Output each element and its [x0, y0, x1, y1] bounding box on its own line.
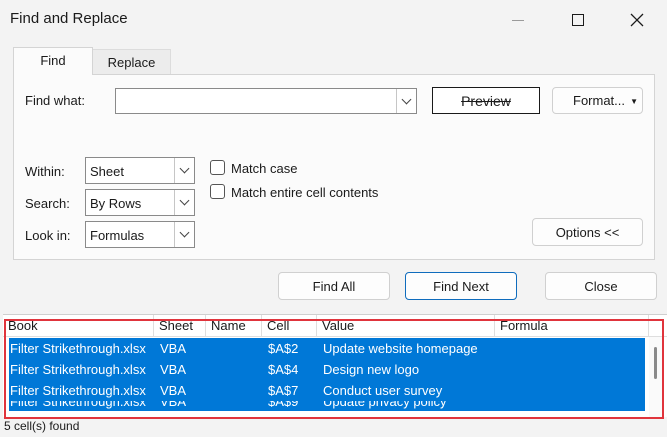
minimize-button — [502, 6, 534, 34]
close-window-button[interactable] — [621, 6, 653, 34]
close-button[interactable]: Close — [545, 272, 657, 300]
table-row[interactable]: Filter Strikethrough.xlsx VBA $A$7 Condu… — [9, 380, 645, 401]
column-header-name[interactable]: Name — [206, 315, 262, 337]
status-text: 5 cell(s) found — [4, 419, 80, 433]
format-button[interactable]: Format... ▼ — [552, 87, 643, 114]
close-icon — [630, 13, 644, 27]
within-value: Sheet — [90, 164, 124, 179]
column-header-sheet[interactable]: Sheet — [154, 315, 206, 337]
window-title: Find and Replace — [10, 10, 128, 27]
results-header: Book Sheet Name Cell Value Formula — [3, 315, 667, 337]
chevron-down-icon — [401, 94, 412, 104]
cell-sheet: VBA — [160, 401, 187, 409]
table-row[interactable]: Filter Strikethrough.xlsx VBA $A$2 Updat… — [9, 338, 645, 359]
options-label: Options << — [555, 224, 620, 240]
find-what-dropdown[interactable] — [396, 89, 416, 113]
cell-address: $A$7 — [268, 383, 299, 398]
preview-button[interactable]: Preview — [432, 87, 540, 114]
cell-book: Filter Strikethrough.xlsx — [10, 362, 146, 377]
match-entire-label: Match entire cell contents — [231, 185, 379, 200]
column-header-value[interactable]: Value — [317, 315, 495, 337]
look-in-select[interactable]: Formulas — [85, 221, 195, 248]
preview-label: Preview — [461, 92, 511, 109]
cell-address: $A$4 — [268, 362, 299, 377]
cell-value: Design new logo — [323, 362, 420, 377]
column-header-formula[interactable]: Formula — [495, 315, 649, 337]
within-select[interactable]: Sheet — [85, 157, 195, 184]
cell-value: Conduct user survey — [323, 383, 443, 398]
scrollbar-thumb[interactable] — [654, 347, 657, 379]
column-header-cell[interactable]: Cell — [262, 315, 317, 337]
match-entire-checkbox[interactable] — [210, 184, 225, 199]
cell-book: Filter Strikethrough.xlsx — [10, 341, 146, 356]
look-in-value: Formulas — [90, 228, 145, 243]
find-next-button[interactable]: Find Next — [405, 272, 517, 300]
chevron-down-icon — [179, 195, 190, 206]
cell-address: $A$9 — [268, 401, 299, 409]
cell-sheet: VBA — [160, 341, 187, 356]
search-value: By Rows — [90, 196, 142, 211]
look-in-dropdown[interactable] — [174, 222, 194, 247]
cell-value: Update privacy policy — [323, 401, 447, 409]
options-button[interactable]: Options << — [532, 218, 643, 246]
format-arrow-icon: ▼ — [630, 97, 638, 106]
cell-sheet: VBA — [160, 362, 187, 377]
find-all-button[interactable]: Find All — [278, 272, 390, 300]
within-dropdown[interactable] — [174, 158, 194, 183]
column-header-book[interactable]: Book — [3, 315, 154, 337]
cell-address: $A$2 — [268, 341, 299, 356]
chevron-down-icon — [179, 163, 190, 174]
chevron-down-icon — [179, 227, 190, 238]
tab-replace[interactable]: Replace — [93, 49, 171, 76]
format-label: Format... — [573, 93, 626, 108]
cell-sheet: VBA — [160, 383, 187, 398]
find-what-label: Find what: — [25, 93, 85, 108]
results-scrollbar[interactable] — [649, 337, 663, 417]
maximize-icon — [572, 14, 584, 26]
match-case-label: Match case — [231, 161, 298, 176]
table-row[interactable]: Filter Strikethrough.xlsx VBA $A$9 Updat… — [9, 401, 645, 411]
find-all-label: Find All — [312, 278, 356, 294]
cell-book: Filter Strikethrough.xlsx — [10, 383, 146, 398]
find-next-label: Find Next — [433, 278, 489, 294]
cell-value: Update website homepage — [323, 341, 478, 356]
search-label: Search: — [25, 196, 70, 211]
minimize-icon — [512, 19, 524, 21]
maximize-button[interactable] — [562, 6, 594, 34]
within-label: Within: — [25, 164, 65, 179]
table-row[interactable]: Filter Strikethrough.xlsx VBA $A$4 Desig… — [9, 359, 645, 380]
match-case-checkbox[interactable] — [210, 160, 225, 175]
find-panel: Find what: Preview Format... ▼ Within: S… — [13, 74, 655, 260]
cell-book: Filter Strikethrough.xlsx — [10, 401, 146, 409]
search-select[interactable]: By Rows — [85, 189, 195, 216]
tab-find[interactable]: Find — [13, 47, 93, 75]
results-list[interactable]: Book Sheet Name Cell Value Formula Filte… — [3, 314, 667, 417]
title-bar: Find and Replace — [0, 0, 667, 40]
look-in-label: Look in: — [25, 228, 71, 243]
close-label: Close — [584, 278, 618, 294]
find-what-input[interactable] — [115, 88, 417, 114]
search-dropdown[interactable] — [174, 190, 194, 215]
